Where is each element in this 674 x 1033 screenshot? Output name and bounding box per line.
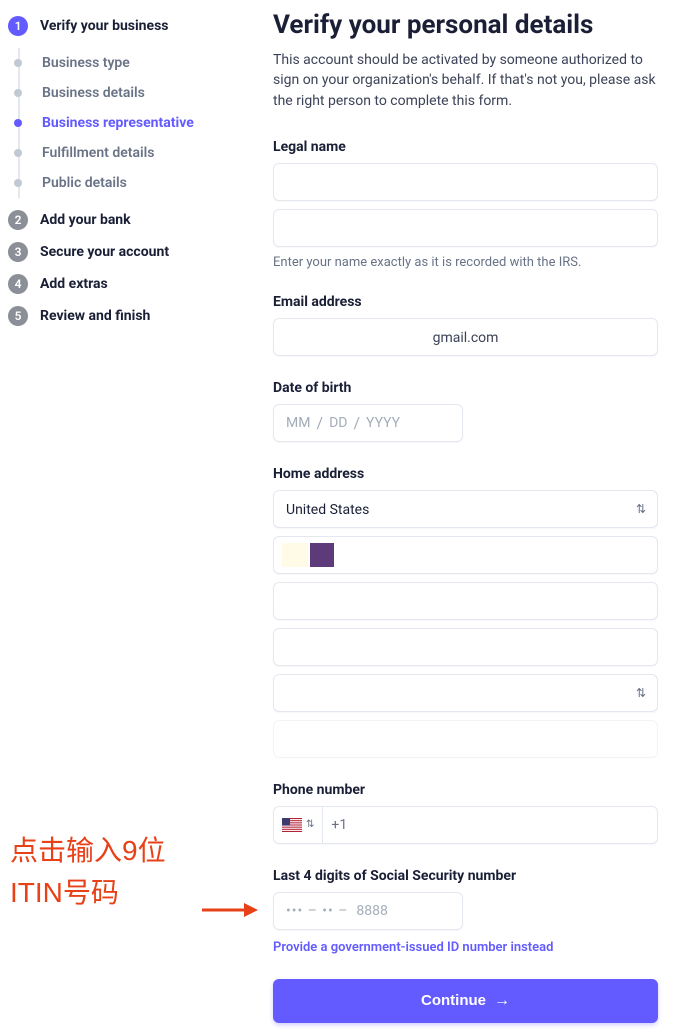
last-name-input[interactable] [273,209,658,247]
legal-name-label: Legal name [273,139,658,155]
step-label: Add extras [40,276,108,292]
substep-dot-icon [14,89,22,97]
address-line2-input[interactable] [273,582,658,620]
substep-dot-icon [14,59,22,67]
address-line1-input[interactable] [273,536,658,574]
legal-name-helper: Enter your name exactly as it is recorde… [273,255,658,270]
sidebar: 1 Verify your business Business type Bus… [8,10,253,1023]
dob-mm[interactable]: MM [286,415,310,431]
step-badge: 4 [8,274,28,294]
phone-prefix: +1 [323,817,355,833]
email-group: Email address gmail.com [273,294,658,356]
dob-label: Date of birth [273,380,658,396]
substep-dot-icon [14,179,22,187]
chevron-updown-icon: ⇅ [306,819,314,830]
step-label: Secure your account [40,244,169,260]
substep-business-representative[interactable]: Business representative [14,108,253,138]
step-badge: 1 [8,16,28,36]
dob-yyyy[interactable]: YYYY [366,415,400,431]
substep-business-details[interactable]: Business details [14,78,253,108]
step-label: Verify your business [40,18,168,34]
step-label: Review and finish [40,308,150,324]
step-badge: 5 [8,306,28,326]
substep-fulfillment-details[interactable]: Fulfillment details [14,138,253,168]
step-badge: 3 [8,242,28,262]
dob-dd[interactable]: DD [329,415,347,431]
page-intro: This account should be activated by some… [273,50,658,111]
phone-label: Phone number [273,782,658,798]
substep-business-type[interactable]: Business type [14,48,253,78]
gov-id-link[interactable]: Provide a government-issued ID number in… [273,940,553,955]
substep-list: Business type Business details Business … [18,48,253,198]
substep-dot-icon [14,119,22,127]
first-name-input[interactable] [273,163,658,201]
ssn-group: Last 4 digits of Social Security number … [273,868,658,955]
step-badge: 2 [8,210,28,230]
phone-group: Phone number ⇅ +1 [273,782,658,844]
step-3[interactable]: 3 Secure your account [8,242,253,262]
email-label: Email address [273,294,658,310]
country-code-select[interactable]: ⇅ [274,807,323,843]
zip-input[interactable] [273,720,658,758]
ssn-input[interactable]: ••• – •• – 8888 [273,892,463,930]
legal-name-group: Legal name Enter your name exactly as it… [273,139,658,270]
arrow-right-icon: → [494,992,510,1010]
phone-input[interactable]: ⇅ +1 [273,806,658,844]
city-input[interactable] [273,628,658,666]
page-title: Verify your personal details [273,10,658,40]
ssn-mask: ••• – •• – [286,903,348,919]
dob-input[interactable]: MM / DD / YYYY [273,404,463,442]
substep-public-details[interactable]: Public details [14,168,253,198]
ssn-placeholder: 8888 [356,903,387,919]
step-1[interactable]: 1 Verify your business [8,16,253,36]
continue-button[interactable]: Continue → [273,979,658,1023]
state-select[interactable] [273,674,658,712]
ssn-label: Last 4 digits of Social Security number [273,868,658,884]
dob-group: Date of birth MM / DD / YYYY [273,380,658,442]
step-4[interactable]: 4 Add extras [8,274,253,294]
country-select[interactable]: United States [273,490,658,528]
step-2[interactable]: 2 Add your bank [8,210,253,230]
email-input[interactable]: gmail.com [273,318,658,356]
step-label: Add your bank [40,212,131,228]
substep-dot-icon [14,149,22,157]
main-content: Verify your personal details This accoun… [253,10,666,1023]
us-flag-icon [282,818,302,832]
step-5[interactable]: 5 Review and finish [8,306,253,326]
address-group: Home address United States ⇅ ⇅ [273,466,658,758]
address-label: Home address [273,466,658,482]
